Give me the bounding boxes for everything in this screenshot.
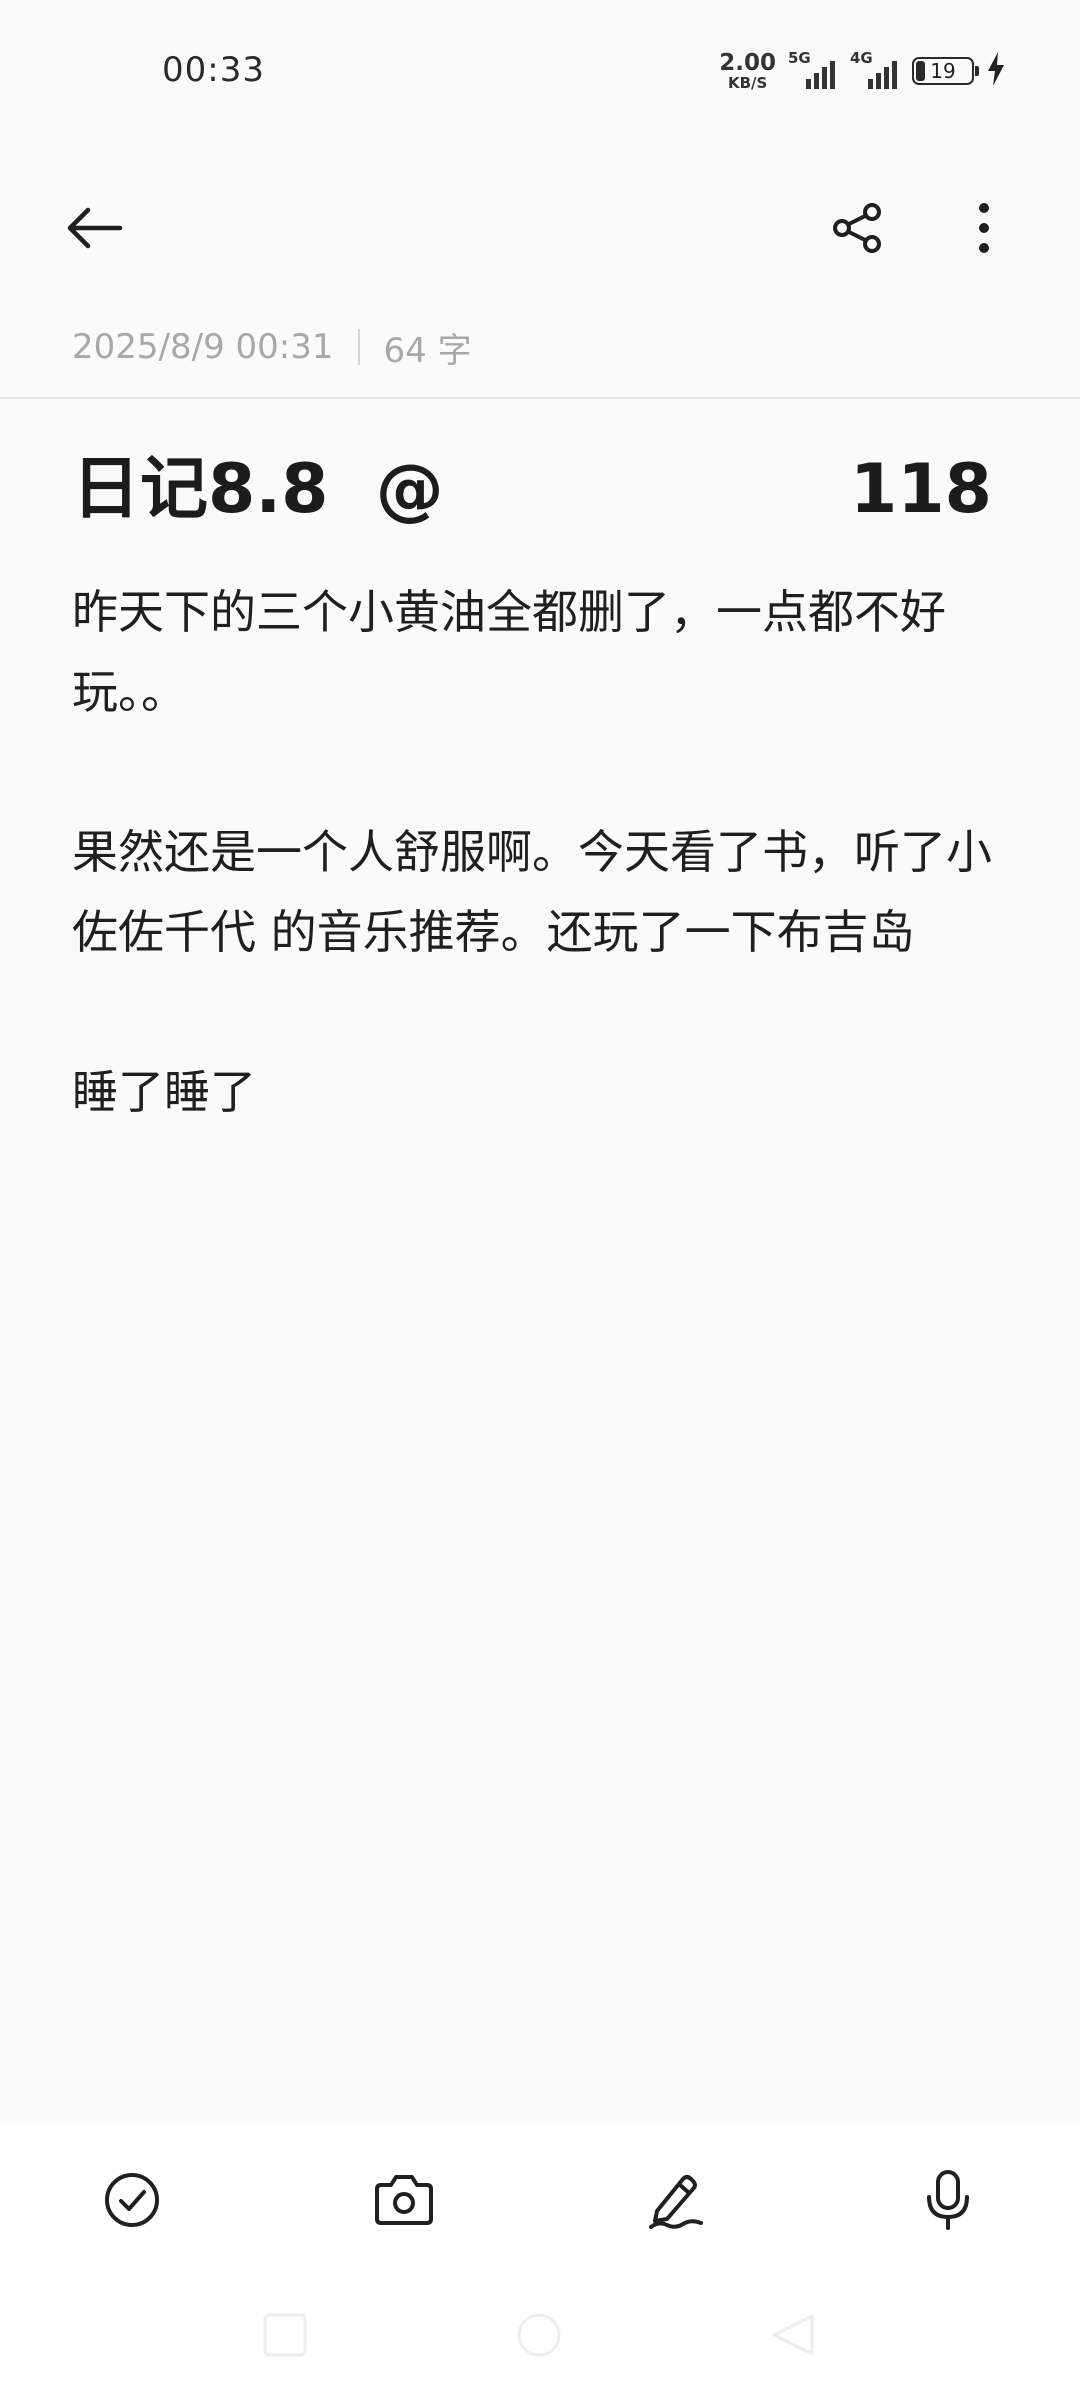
note-paragraph[interactable]: 昨天下的三个小黄油全都删了，一点都不好玩。。: [72, 572, 1012, 732]
note-body[interactable]: 昨天下的三个小黄油全都删了，一点都不好玩。。 果然还是一个人舒服啊。今天看了书，…: [72, 572, 1012, 1132]
microphone-icon: [923, 2169, 973, 2235]
more-vertical-icon: [976, 202, 992, 258]
charging-bolt-icon: [986, 52, 1006, 90]
note-datetime: 2025/8/9 00:31: [72, 327, 334, 367]
recents-icon[interactable]: [262, 2312, 308, 2362]
checklist-button[interactable]: [92, 2162, 172, 2242]
network-speed-value: 2.00: [719, 49, 776, 76]
note-word-count: 64 字: [383, 330, 472, 371]
signal-bars-icon: 4G: [850, 51, 900, 91]
arrow-left-icon: [64, 206, 124, 254]
status-bar: 00:33 2.00 KB/S 5G 4G 19: [0, 0, 1080, 140]
battery-icon: 19: [912, 57, 979, 85]
back-triangle-icon[interactable]: [770, 2312, 816, 2362]
note-meta: 2025/8/9 00:31 64 字: [72, 322, 472, 372]
more-options-button[interactable]: [948, 194, 1020, 266]
status-time: 00:33: [162, 50, 265, 90]
back-button[interactable]: [58, 194, 130, 266]
bottom-toolbar: [0, 2122, 1080, 2400]
share-icon: [830, 200, 886, 260]
note-paragraph[interactable]: 睡了睡了: [72, 1052, 1012, 1132]
system-navigation-bar: [0, 2302, 1080, 2382]
pen-icon: [645, 2169, 707, 2235]
note-title-row[interactable]: 日记8.8 @ 118: [72, 440, 992, 540]
handwriting-button[interactable]: [636, 2162, 716, 2242]
battery-level: 19: [930, 59, 956, 83]
share-button[interactable]: [822, 194, 894, 266]
note-title[interactable]: 日记8.8 @: [72, 440, 444, 540]
top-toolbar: [0, 180, 1080, 270]
camera-button[interactable]: [364, 2162, 444, 2242]
meta-divider: [357, 329, 360, 365]
note-title-number[interactable]: 118: [850, 440, 992, 540]
note-paragraph[interactable]: 果然还是一个人舒服啊。今天看了书，听了小佐佐千代 的音乐推荐。还玩了一下布吉岛: [72, 812, 1012, 972]
signal-bars-icon: 5G: [788, 51, 838, 91]
home-icon[interactable]: [516, 2312, 562, 2362]
network-speed: 2.00 KB/S: [719, 49, 776, 92]
camera-icon: [373, 2173, 435, 2231]
header-divider: [0, 397, 1080, 399]
check-circle-icon: [103, 2171, 161, 2233]
voice-input-button[interactable]: [908, 2162, 988, 2242]
network-speed-unit: KB/S: [727, 73, 768, 92]
status-indicators: 2.00 KB/S 5G 4G 19: [719, 48, 1006, 94]
